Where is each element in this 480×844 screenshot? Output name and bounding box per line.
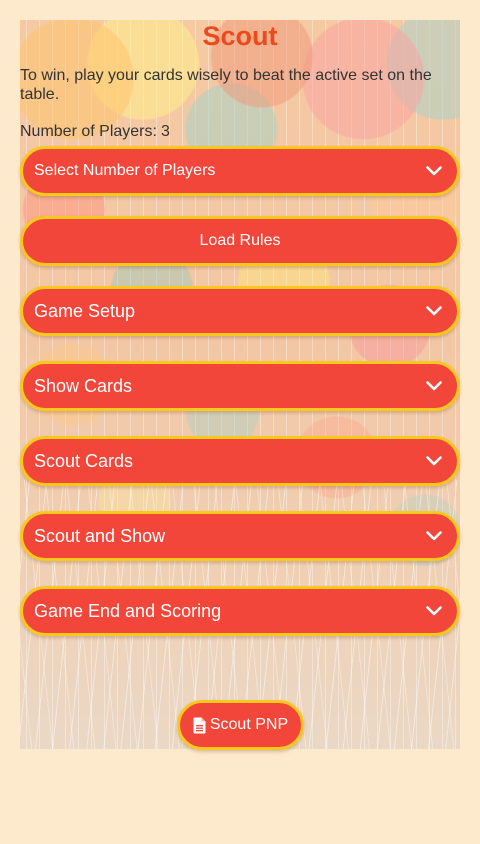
select-players-label: Select Number of Players xyxy=(34,162,216,179)
chevron-down-icon xyxy=(425,452,443,470)
chevron-down-icon xyxy=(425,602,443,620)
load-rules-label: Load Rules xyxy=(199,232,281,249)
chevron-down-icon xyxy=(425,377,443,395)
players-count-label: Number of Players: xyxy=(20,123,157,140)
accordion-game-end-and-scoring[interactable]: Game End and Scoring xyxy=(20,586,460,636)
chevron-down-icon xyxy=(425,302,443,320)
page-title: Scout xyxy=(202,21,278,51)
load-rules-button[interactable]: Load Rules xyxy=(20,216,460,266)
scout-pnp-button[interactable]: Scout PNP xyxy=(177,700,304,750)
accordion-label: Scout Cards xyxy=(34,450,134,471)
accordion-scout-and-show[interactable]: Scout and Show xyxy=(20,511,460,561)
select-players-dropdown[interactable]: Select Number of Players xyxy=(20,146,460,196)
chevron-down-icon xyxy=(425,162,443,180)
accordion-label: Game Setup xyxy=(34,300,136,321)
players-count-row: Number of Players: 3 xyxy=(20,122,170,141)
accordion-show-cards[interactable]: Show Cards xyxy=(20,361,460,411)
accordion-game-setup[interactable]: Game Setup xyxy=(20,286,460,336)
intro-text: To win, play your cards wisely to beat t… xyxy=(20,67,432,103)
players-count-value: 3 xyxy=(160,123,170,140)
accordion-scout-cards[interactable]: Scout Cards xyxy=(20,436,460,486)
accordion-label: Game End and Scoring xyxy=(34,600,222,621)
chevron-down-icon xyxy=(425,527,443,545)
accordion-label: Show Cards xyxy=(34,375,133,396)
scout-pnp-label: Scout PNP xyxy=(209,716,289,733)
file-icon xyxy=(193,717,206,734)
accordion-label: Scout and Show xyxy=(34,525,166,546)
